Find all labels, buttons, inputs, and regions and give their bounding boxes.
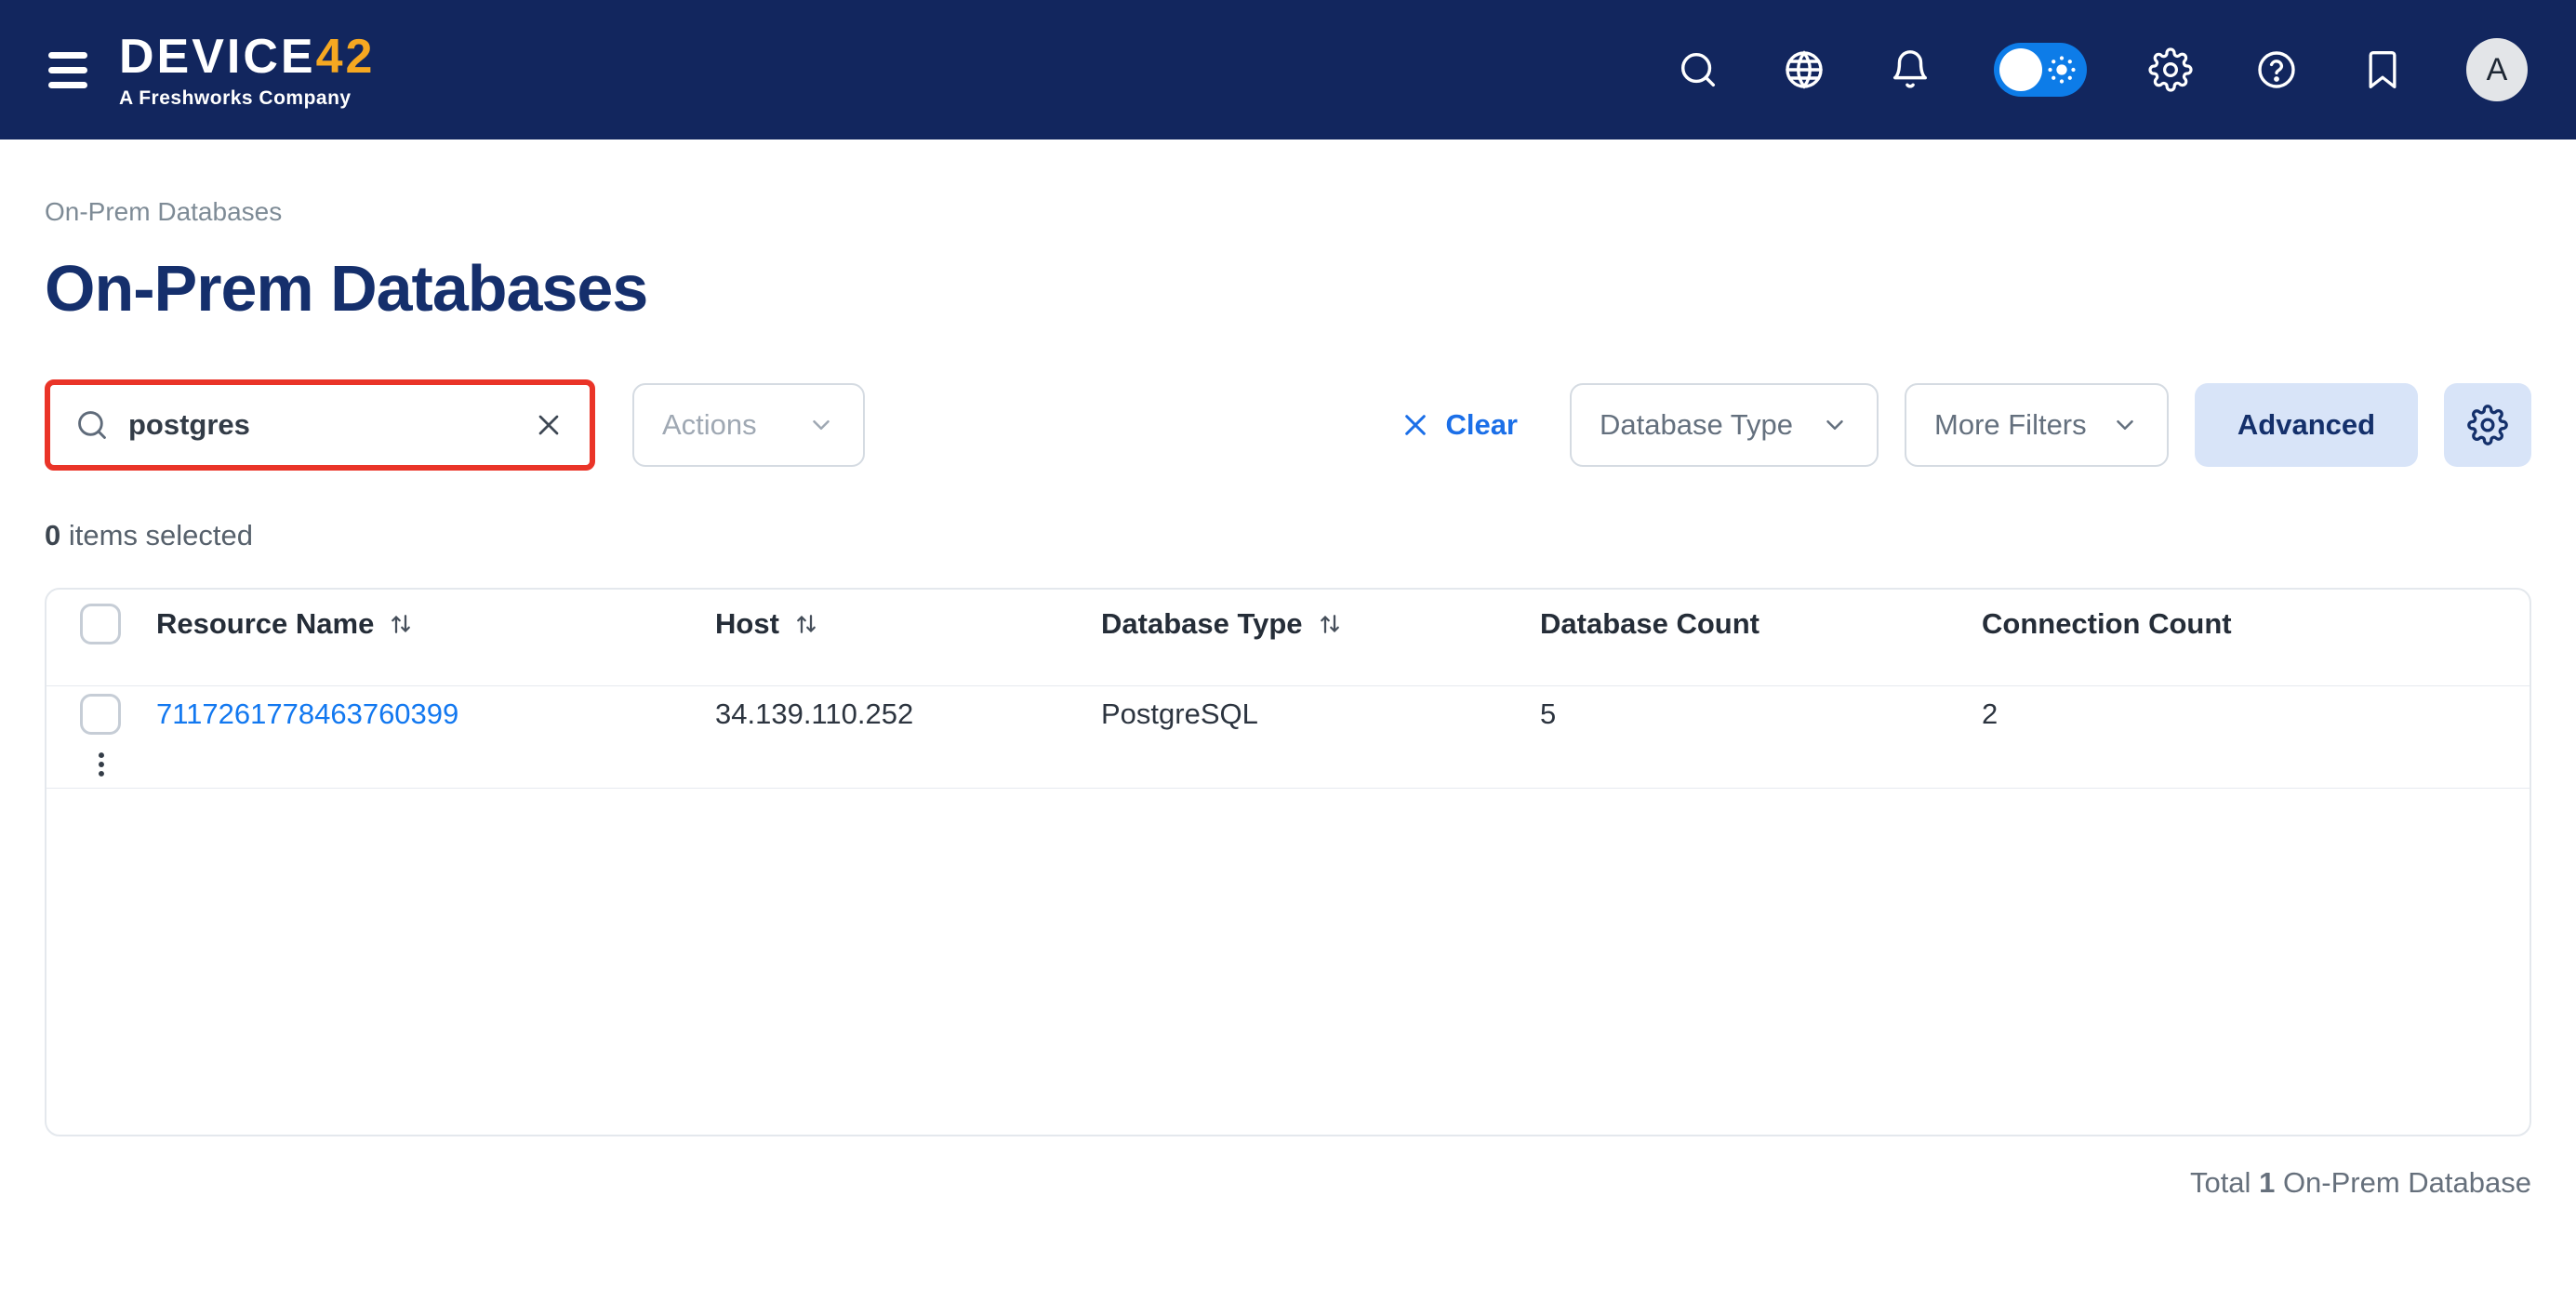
column-header-host[interactable]: Host xyxy=(715,607,1101,641)
column-header-database-type[interactable]: Database Type xyxy=(1101,607,1540,641)
actions-dropdown[interactable]: Actions xyxy=(632,383,865,467)
clear-label: Clear xyxy=(1445,408,1518,442)
more-filters-dropdown[interactable]: More Filters xyxy=(1905,383,2169,467)
total-count: 1 xyxy=(2259,1166,2275,1199)
page-title: On-Prem Databases xyxy=(45,251,2531,326)
chevron-down-icon xyxy=(807,411,835,439)
actions-label: Actions xyxy=(662,408,757,442)
databases-table: Resource Name Host Datab xyxy=(45,588,2531,1136)
connection-count-cell: 2 xyxy=(1982,698,2446,731)
toggle-knob xyxy=(1999,48,2042,91)
more-filters-label: More Filters xyxy=(1934,408,2087,442)
search-icon xyxy=(74,407,110,443)
table-total-summary: Total 1 On-Prem Database xyxy=(45,1166,2531,1200)
sort-icon[interactable] xyxy=(1316,610,1344,638)
clear-search-icon[interactable] xyxy=(532,408,565,442)
sun-icon xyxy=(2046,54,2078,86)
kebab-icon xyxy=(86,749,117,780)
toolbar: Actions Clear Database Type xyxy=(45,379,2531,471)
resource-name-link[interactable]: 7117261778463760399 xyxy=(156,698,458,730)
advanced-button[interactable]: Advanced xyxy=(2195,383,2418,467)
brand-name: DEVICE xyxy=(119,33,316,81)
search-input[interactable] xyxy=(128,408,532,442)
chevron-down-icon xyxy=(2111,411,2139,439)
gear-icon[interactable] xyxy=(2148,47,2193,92)
globe-icon[interactable] xyxy=(1782,47,1826,92)
gear-icon xyxy=(2467,405,2508,445)
search-box-highlighted[interactable] xyxy=(45,379,595,471)
page-content: On-Prem Databases On-Prem Databases Acti… xyxy=(0,197,2576,1200)
theme-toggle[interactable] xyxy=(1994,43,2087,97)
select-all-checkbox[interactable] xyxy=(80,604,121,644)
clear-x-icon xyxy=(1401,410,1430,440)
breadcrumb: On-Prem Databases xyxy=(45,197,2531,227)
host-cell: 34.139.110.252 xyxy=(715,698,1101,731)
help-icon[interactable] xyxy=(2254,47,2299,92)
clear-filters-button[interactable]: Clear xyxy=(1401,408,1518,442)
database-type-cell: PostgreSQL xyxy=(1101,698,1540,731)
avatar[interactable]: A xyxy=(2466,38,2528,101)
column-header-resource-name[interactable]: Resource Name xyxy=(156,607,715,641)
bell-icon[interactable] xyxy=(1888,47,1932,92)
selection-summary: 0 items selected xyxy=(45,519,2531,552)
avatar-initial: A xyxy=(2487,52,2508,88)
hamburger-menu-icon[interactable] xyxy=(48,52,87,88)
row-checkbox[interactable] xyxy=(80,694,121,735)
sort-icon[interactable] xyxy=(792,610,820,638)
brand-logo[interactable]: DEVICE 42 A Freshworks Company xyxy=(119,33,375,108)
brand-tagline: A Freshworks Company xyxy=(119,88,375,108)
database-type-label: Database Type xyxy=(1600,408,1793,442)
bookmark-icon[interactable] xyxy=(2360,47,2405,92)
chevron-down-icon xyxy=(1821,411,1849,439)
total-suffix: On-Prem Database xyxy=(2283,1166,2531,1199)
database-count-cell: 5 xyxy=(1540,698,1982,731)
column-header-connection-count[interactable]: Connection Count xyxy=(1982,607,2446,641)
column-header-database-count[interactable]: Database Count xyxy=(1540,607,1982,641)
selection-count: 0 xyxy=(45,519,60,551)
table-row: 7117261778463760399 34.139.110.252 Postg… xyxy=(46,686,2530,789)
sort-icon[interactable] xyxy=(387,610,415,638)
row-kebab-menu[interactable] xyxy=(46,749,156,780)
total-prefix: Total xyxy=(2190,1166,2251,1199)
search-icon[interactable] xyxy=(1676,47,1720,92)
selection-label: items selected xyxy=(69,519,253,551)
table-header-row: Resource Name Host Datab xyxy=(46,590,2530,686)
table-settings-button[interactable] xyxy=(2444,383,2531,467)
database-type-dropdown[interactable]: Database Type xyxy=(1570,383,1879,467)
top-navbar: DEVICE 42 A Freshworks Company xyxy=(0,0,2576,140)
brand-accent: 42 xyxy=(316,33,376,81)
